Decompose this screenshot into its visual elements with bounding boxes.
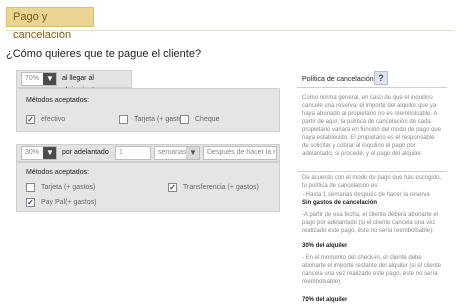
methods-title: Métodos aceptados: (26, 97, 90, 104)
checkbox-paypal[interactable]: ✓ (26, 198, 35, 207)
advance-unit-value: semanas (158, 149, 187, 156)
checkbox-transferencia[interactable]: ✓ (168, 183, 177, 192)
arrival-payment-row: 70% ▼ al llegar al alojamiento (16, 70, 132, 94)
policy-item2-value: 30% del alquiler (302, 243, 348, 249)
advance-when-value: Después de hacer la r (207, 149, 276, 156)
advance-when-select[interactable]: Después de hacer la r (203, 146, 277, 160)
checkbox-tarjeta[interactable] (119, 115, 128, 124)
option-transferencia-label: Transferencia (+ gastos) (183, 184, 259, 191)
arrival-percent-select[interactable]: 70% ▼ (21, 72, 57, 86)
payment-question: ¿Cómo quieres que te pague el cliente? (6, 48, 202, 60)
advance-number-value: 1 (119, 149, 123, 156)
arrival-methods-panel: Métodos aceptados: ✓ efectivo Tarjeta (+… (16, 88, 280, 132)
option-efectivo-label: efectivo (41, 116, 66, 123)
policy-item3-text: - En el momento del check-in, el cliente… (302, 255, 442, 285)
help-icon[interactable]: ? (374, 71, 388, 85)
option-tarjeta-label: Tarjeta (+ gastos) (41, 184, 96, 191)
arrival-percent-value: 70% (25, 75, 40, 82)
policy-item1-value: Sin gastos de cancelación (302, 200, 378, 206)
chevron-down-icon[interactable]: ▼ (43, 147, 56, 159)
advance-payment-row: 30% ▼ por adelantado 1 semanas ▼ Después… (16, 144, 280, 162)
chevron-down-icon[interactable]: ▼ (186, 147, 199, 159)
page-title-tab: Pago y cancelación (6, 7, 94, 41)
option-paypal-label: Pay Pal(+ gastos) (41, 199, 97, 206)
policy-title: Política de cancelación (302, 76, 374, 83)
advance-percent-select[interactable]: 30% ▼ (21, 146, 57, 160)
option-cheque-label: Cheque (195, 116, 220, 123)
methods-title: Métodos aceptados: (26, 169, 90, 176)
checkbox-efectivo[interactable]: ✓ (26, 115, 35, 124)
policy-divider (297, 171, 447, 172)
checkbox-cheque[interactable] (180, 115, 189, 124)
advance-payment-label: por adelantado (62, 149, 109, 156)
advance-methods-panel: Métodos aceptados: Tarjeta (+ gastos) ✓ … (16, 162, 280, 212)
policy-chosen: De acuerdo con el modo de pago que has e… (302, 175, 442, 189)
policy-item3-value: 70% del alquiler (302, 297, 348, 303)
checkbox-tarjeta[interactable] (26, 183, 35, 192)
advance-unit-select[interactable]: semanas ▼ (154, 146, 200, 160)
policy-item1-text: - Hasta 1 semanas después de hacer la re… (302, 192, 430, 198)
advance-number-input[interactable]: 1 (115, 146, 151, 160)
advance-percent-value: 30% (25, 149, 40, 156)
policy-intro: Como norma general, en caso de que el in… (302, 95, 442, 157)
policy-divider (297, 87, 447, 88)
policy-item2-text: -A partir de esa fecha, el cliente deber… (302, 212, 439, 234)
header-divider (6, 30, 454, 31)
chevron-down-icon[interactable]: ▼ (43, 73, 56, 85)
